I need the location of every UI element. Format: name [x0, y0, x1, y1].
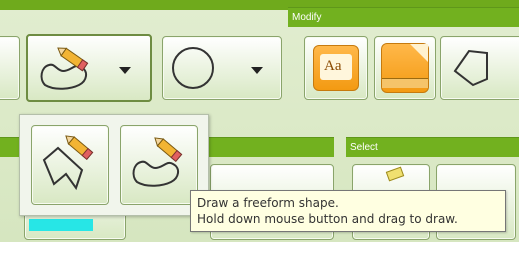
ellipse-shape-dropdown-button[interactable] — [162, 36, 282, 100]
freeform-pencil-icon — [40, 47, 89, 90]
group-header-modify: Modify — [288, 7, 519, 27]
fill-color-swatch — [29, 219, 93, 231]
freeform-pencil-icon — [132, 137, 183, 187]
circle-icon — [172, 47, 214, 89]
freeform-tooltip: Draw a freeform shape. Hold down mouse b… — [190, 190, 506, 232]
polygon-outline-icon — [453, 49, 488, 87]
chevron-down-icon[interactable] — [251, 67, 263, 74]
text-style-glyph: Aa — [324, 58, 342, 74]
group-label-select: Select — [350, 142, 378, 153]
ribbon-bottom-edge — [0, 242, 519, 259]
outline-shape-button[interactable] — [440, 36, 519, 100]
chevron-down-icon[interactable] — [119, 67, 131, 74]
group-header-tools — [200, 137, 334, 157]
tooltip-line-2: Hold down mouse button and drag to draw. — [197, 212, 458, 226]
group-header-select: Select — [346, 137, 519, 157]
ruler-icon — [381, 43, 429, 93]
polygon-pencil-icon — [42, 135, 94, 191]
polygon-shape-option[interactable] — [31, 125, 109, 205]
group-label-modify: Modify — [292, 12, 322, 23]
size-ruler-button[interactable] — [374, 36, 436, 100]
freeform-shape-option[interactable] — [120, 125, 198, 205]
tooltip-line-1: Draw a freeform shape. — [197, 196, 339, 210]
text-style-button[interactable]: Aa — [304, 36, 368, 100]
text-style-icon: Aa — [313, 45, 359, 91]
shape-dropdown-menu — [19, 114, 209, 216]
freeform-shape-dropdown-button[interactable] — [26, 34, 152, 102]
partial-shape-button[interactable] — [0, 36, 20, 100]
